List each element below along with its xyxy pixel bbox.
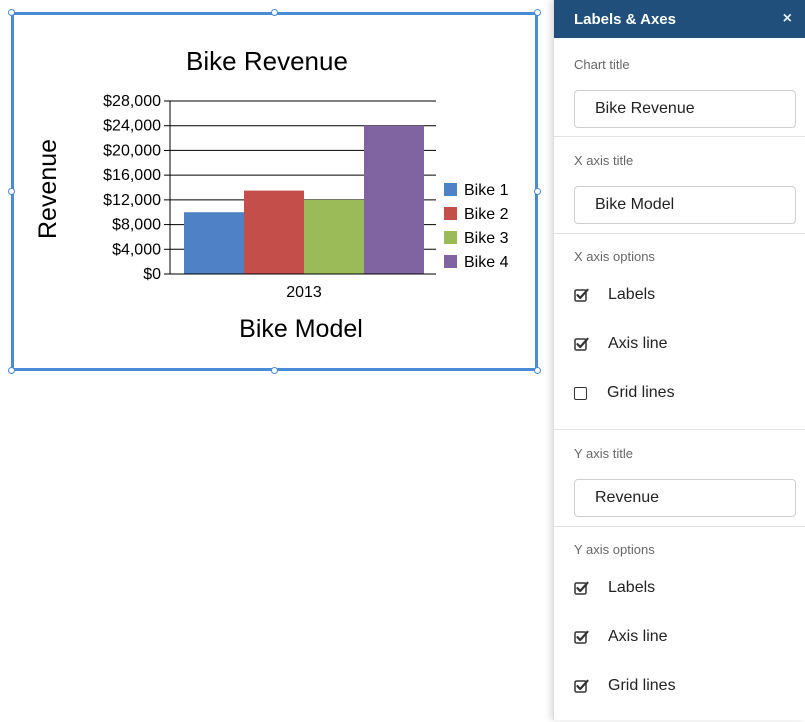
legend-label: Bike 2 — [464, 206, 509, 223]
resize-handle-top-right[interactable] — [534, 9, 541, 16]
labels-axes-panel: Labels & Axes × Chart title X axis title… — [553, 0, 805, 720]
y-axis-title-section: Y axis title — [554, 430, 805, 527]
checkbox-checked-icon[interactable] — [574, 679, 589, 693]
y-axis-option-grid-lines[interactable]: Grid lines — [574, 677, 676, 695]
y-axis-option-axis-line[interactable]: Axis line — [574, 628, 668, 646]
legend-label: Bike 3 — [464, 230, 509, 247]
resize-handle-bottom-right[interactable] — [534, 367, 541, 374]
y-tick-label: $4,000 — [112, 241, 161, 258]
bar-chart: $0 $4,000 $8,000 $12,000 $16,000 $20,000 $24,0… — [34, 46, 509, 343]
bar-bike-4 — [364, 125, 424, 274]
resize-handle-top-left[interactable] — [8, 9, 15, 16]
y-tick-label: $0 — [143, 266, 161, 283]
resize-handle-bottom-left[interactable] — [8, 367, 15, 374]
x-axis-title-section: X axis title — [554, 137, 805, 234]
legend-swatch — [444, 255, 457, 268]
legend-label: Bike 4 — [464, 254, 509, 271]
y-axis-title-label: Y axis title — [574, 446, 634, 461]
checkbox-checked-icon[interactable] — [574, 337, 589, 351]
y-tick-label: $28,000 — [103, 93, 161, 110]
legend-label: Bike 1 — [464, 182, 509, 199]
chart-container[interactable]: $0 $4,000 $8,000 $12,000 $16,000 $20,000 $24,0… — [11, 12, 538, 371]
y-tick-label: $8,000 — [112, 217, 161, 234]
x-axis-option-grid-lines[interactable]: Grid lines — [574, 384, 675, 402]
panel-title: Labels & Axes — [574, 10, 676, 28]
resize-handle-right[interactable] — [534, 188, 541, 195]
x-axis-option-labels[interactable]: Labels — [574, 286, 655, 304]
option-label: Axis line — [608, 628, 668, 645]
chart-title-input[interactable] — [574, 90, 796, 128]
resize-handle-top[interactable] — [271, 9, 278, 16]
checkbox-checked-icon[interactable] — [574, 630, 589, 644]
x-axis-title: Bike Model — [239, 315, 363, 343]
close-icon[interactable]: × — [783, 10, 792, 28]
x-axis-title-label: X axis title — [574, 153, 634, 168]
x-tick-label: 2013 — [286, 284, 322, 301]
legend-swatch — [444, 231, 457, 244]
chart-title: Bike Revenue — [186, 46, 348, 76]
checkbox-unchecked-icon[interactable] — [574, 386, 587, 400]
option-label: Labels — [608, 286, 656, 303]
panel-header: Labels & Axes × — [554, 0, 805, 38]
y-axis-options-section: Y axis options Labels Axis line Grid lines — [554, 527, 805, 722]
y-axis-options-label: Y axis options — [574, 542, 655, 557]
y-tick-label: $16,000 — [103, 167, 161, 184]
option-label: Labels — [608, 579, 656, 596]
resize-handle-left[interactable] — [8, 188, 15, 195]
chart-title-label: Chart title — [574, 57, 630, 72]
checkbox-checked-icon[interactable] — [574, 288, 589, 302]
legend-swatch — [444, 183, 457, 196]
bar-bike-1 — [184, 212, 244, 274]
bar-bike-3 — [304, 199, 364, 274]
x-axis-option-axis-line[interactable]: Axis line — [574, 335, 668, 353]
option-label: Grid lines — [607, 384, 675, 401]
y-tick-label: $12,000 — [103, 192, 161, 209]
y-axis-title: Revenue — [34, 139, 62, 239]
y-tick-label: $24,000 — [103, 118, 161, 135]
chart-title-section: Chart title — [554, 38, 805, 137]
option-label: Grid lines — [608, 677, 676, 694]
x-axis-options-section: X axis options Labels Axis line Grid lines — [554, 234, 805, 430]
option-label: Axis line — [608, 335, 668, 352]
y-axis-title-input[interactable] — [574, 479, 796, 517]
legend-swatch — [444, 207, 457, 220]
y-tick-label: $20,000 — [103, 142, 161, 159]
y-axis-option-labels[interactable]: Labels — [574, 579, 655, 597]
checkbox-checked-icon[interactable] — [574, 581, 589, 595]
x-axis-options-label: X axis options — [574, 249, 655, 264]
x-axis-title-input[interactable] — [574, 186, 796, 224]
bar-bike-2 — [244, 190, 304, 274]
resize-handle-bottom[interactable] — [271, 367, 278, 374]
